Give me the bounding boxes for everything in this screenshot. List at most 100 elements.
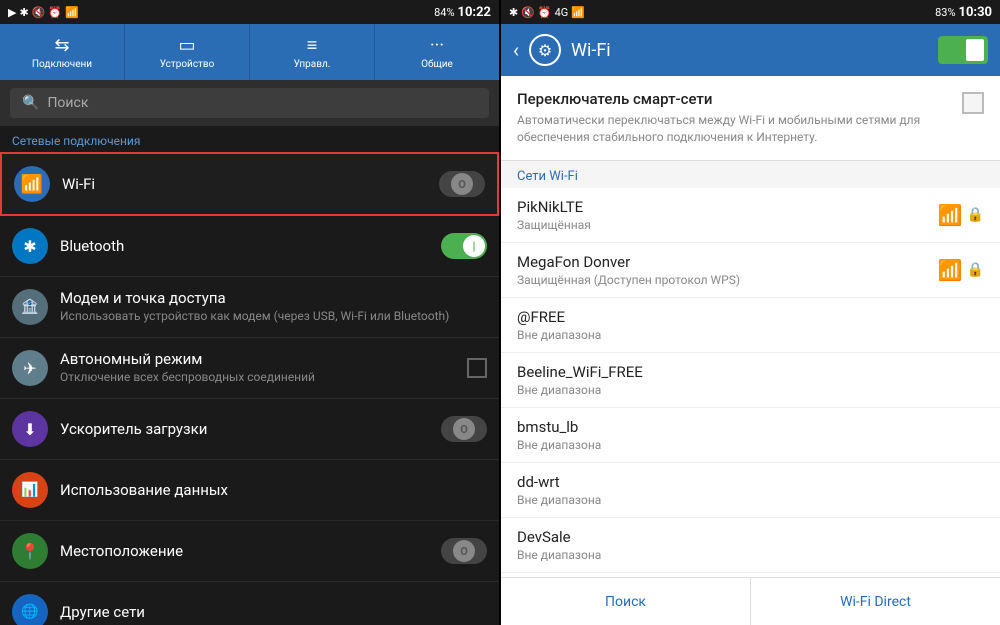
tab-connections[interactable]: ⇆ Подключени [0, 24, 125, 80]
airplane-item-title: Автономный режим [60, 350, 467, 368]
search-placeholder: Поиск [47, 95, 88, 111]
ddwrt-name: dd-wrt [517, 473, 984, 491]
settings-item-location[interactable]: 📍 Местоположение [0, 521, 499, 582]
beeline-text: Beeline_WiFi_FREE Вне диапазона [517, 363, 984, 397]
controls-icon: ≡ [307, 35, 318, 56]
wifi-toggle[interactable] [439, 171, 485, 197]
piknik-signal-icon: 📶 [938, 203, 963, 227]
smart-switch-card[interactable]: Переключатель смарт-сети Автоматически п… [501, 76, 1000, 161]
wifi-network-ddwrt[interactable]: dd-wrt Вне диапазона [501, 463, 1000, 518]
wifi-network-piknik[interactable]: PikNikLTE Защищённая 📶 🔒 [501, 188, 1000, 243]
right-battery: 83% [935, 6, 955, 19]
airplane-item-icon: ✈ [12, 350, 48, 386]
modem-item-icon: 🏦 [12, 289, 48, 325]
location-toggle[interactable] [441, 538, 487, 564]
ddwrt-status: Вне диапазона [517, 493, 984, 507]
right-status-left: ✱ 🔇 ⏰ 4G 📶 [509, 6, 585, 19]
download-symbol: ⬇ [23, 420, 36, 439]
general-icon: ··· [430, 35, 444, 56]
modem-symbol: 🏦 [21, 299, 38, 315]
settings-item-data[interactable]: 📊 Использование данных [0, 460, 499, 521]
airplane-item-text: Автономный режим Отключение всех беспров… [60, 350, 467, 386]
settings-item-other[interactable]: 🌐 Другие сети [0, 582, 499, 625]
data-item-title: Использование данных [60, 481, 487, 499]
wifi-main-toggle[interactable] [938, 36, 988, 64]
other-item-title: Другие сети [60, 603, 487, 621]
bluetooth-toggle[interactable] [441, 233, 487, 259]
right-4g-icon: 4G [555, 6, 569, 19]
settings-item-wifi[interactable]: 📶 Wi-Fi [0, 152, 499, 216]
download-toggle[interactable] [441, 416, 487, 442]
right-status-bar: ✱ 🔇 ⏰ 4G 📶 83% 10:30 [501, 0, 1000, 24]
piknik-name: PikNikLTE [517, 198, 938, 216]
bt-icon: ✱ [19, 6, 28, 19]
location-item-title: Местоположение [60, 542, 441, 560]
wifi-network-beeline[interactable]: Beeline_WiFi_FREE Вне диапазона [501, 353, 1000, 408]
wifi-item-icon: 📶 [14, 166, 50, 202]
wifi-header-title: Wi-Fi [571, 40, 928, 61]
piknik-lock-icon: 🔒 [967, 207, 984, 223]
location-item-text: Местоположение [60, 542, 441, 560]
other-item-text: Другие сети [60, 603, 487, 621]
bmstu-text: bmstu_lb Вне диапазона [517, 418, 984, 452]
left-panel: ▶ ✱ 🔇 ⏰ 📶 84% 10:22 ⇆ Подключени ▭ Устро… [0, 0, 499, 625]
smart-switch-text: Переключатель смарт-сети Автоматически п… [517, 90, 950, 146]
beeline-name: Beeline_WiFi_FREE [517, 363, 984, 381]
megafon-icons: 📶 🔒 [938, 258, 984, 282]
settings-list: 📶 Wi-Fi ✱ Bluetooth 🏦 Модем и точка дост… [0, 152, 499, 625]
wifi-network-free[interactable]: @FREE Вне диапазона [501, 298, 1000, 353]
free-text: @FREE Вне диапазона [517, 308, 984, 342]
wifi-network-bmstu[interactable]: bmstu_lb Вне диапазона [501, 408, 1000, 463]
tab-device[interactable]: ▭ Устройство [125, 24, 250, 80]
bluetooth-item-title: Bluetooth [60, 237, 441, 255]
signal-icon: 📶 [65, 6, 79, 19]
battery-pct: 84% [434, 6, 454, 19]
bluetooth-symbol: ✱ [23, 237, 36, 256]
devsale-name: DevSale [517, 528, 984, 546]
right-alarm-icon: ⏰ [538, 6, 552, 19]
piknik-text: PikNikLTE Защищённая [517, 198, 938, 232]
right-time: 10:30 [959, 5, 993, 20]
search-networks-button[interactable]: Поиск [501, 578, 751, 625]
bmstu-name: bmstu_lb [517, 418, 984, 436]
airplane-item-subtitle: Отключение всех беспроводных соединений [60, 370, 467, 386]
settings-item-download[interactable]: ⬇ Ускоритель загрузки [0, 399, 499, 460]
wifi-direct-button[interactable]: Wi-Fi Direct [751, 578, 1000, 625]
wifi-network-megafon[interactable]: MegaFon Donver Защищённая (Доступен прот… [501, 243, 1000, 298]
back-button[interactable]: ‹ [513, 38, 519, 62]
smart-switch-checkbox[interactable] [962, 92, 984, 114]
settings-item-bluetooth[interactable]: ✱ Bluetooth [0, 216, 499, 277]
modem-item-text: Модем и точка доступа Использовать устро… [60, 289, 487, 325]
megafon-lock-icon: 🔒 [967, 262, 984, 278]
toggle-bar [966, 39, 984, 61]
piknik-status: Защищённая [517, 218, 938, 232]
smart-switch-desc: Автоматически переключаться между Wi-Fi … [517, 112, 950, 146]
settings-item-airplane[interactable]: ✈ Автономный режим Отключение всех беспр… [0, 338, 499, 399]
other-item-icon: 🌐 [12, 594, 48, 625]
search-input[interactable]: 🔍 Поиск [10, 88, 489, 118]
location-symbol: 📍 [20, 542, 40, 561]
tab-general[interactable]: ··· Общие [375, 24, 499, 80]
megafon-signal-icon: 📶 [938, 258, 963, 282]
search-icon: 🔍 [22, 95, 39, 111]
right-panel: ✱ 🔇 ⏰ 4G 📶 83% 10:30 ‹ ⚙ Wi-Fi Переключа… [501, 0, 1000, 625]
modem-item-title: Модем и точка доступа [60, 289, 487, 307]
wifi-network-devsale[interactable]: DevSale Вне диапазона [501, 518, 1000, 573]
alarm-icon: ⏰ [48, 6, 62, 19]
wifi-item-title: Wi-Fi [62, 175, 439, 193]
play-icon: ▶ [8, 6, 16, 19]
right-status-right: 83% 10:30 [935, 5, 992, 20]
devsale-status: Вне диапазона [517, 548, 984, 562]
devsale-text: DevSale Вне диапазона [517, 528, 984, 562]
settings-item-modem[interactable]: 🏦 Модем и точка доступа Использовать уст… [0, 277, 499, 338]
right-bt-icon: ✱ [509, 6, 518, 19]
tab-bar: ⇆ Подключени ▭ Устройство ≡ Управл. ··· … [0, 24, 499, 80]
airplane-checkbox[interactable] [467, 358, 487, 378]
tab-controls[interactable]: ≡ Управл. [250, 24, 375, 80]
data-symbol: 📊 [21, 482, 38, 498]
wifi-symbol: 📶 [21, 174, 43, 195]
settings-gear-icon[interactable]: ⚙ [529, 34, 561, 66]
megafon-text: MegaFon Donver Защищённая (Доступен прот… [517, 253, 938, 287]
right-footer: Поиск Wi-Fi Direct [501, 577, 1000, 625]
download-item-text: Ускоритель загрузки [60, 420, 441, 438]
